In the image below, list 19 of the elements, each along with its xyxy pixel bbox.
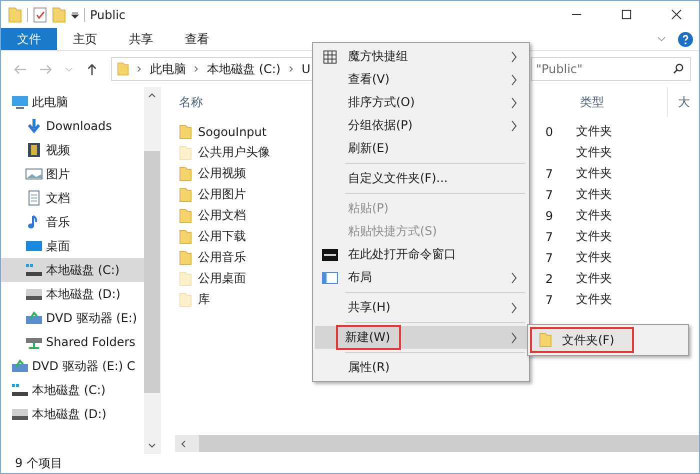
status-text: 9 个项目 [15, 455, 62, 472]
table-cell: 7 [545, 292, 553, 306]
table-cell: 0 [545, 124, 553, 138]
table-cell: 2 [545, 272, 553, 286]
table-cell: 7 [545, 166, 553, 180]
window-title: Public [90, 8, 126, 22]
table-cell-text: 文件夹 [575, 123, 613, 140]
table-cell-text: 文件夹 [575, 165, 613, 182]
table-cell-text: 文件夹 [575, 144, 613, 161]
table-cell-text: 文件夹 [575, 186, 613, 203]
table-cell: 7 [545, 230, 553, 244]
table-cell-text: 文件夹 [575, 291, 613, 308]
table-cell: 7 [545, 250, 553, 264]
table-cell: 7 [545, 188, 553, 202]
table-cell-text: 文件夹 [575, 270, 613, 287]
table-cell: 9 [545, 208, 553, 222]
table-cell-text: 文件夹 [575, 207, 613, 224]
table-cell-text: 文件夹 [575, 228, 613, 245]
table-cell-text: 文件夹 [575, 249, 613, 266]
